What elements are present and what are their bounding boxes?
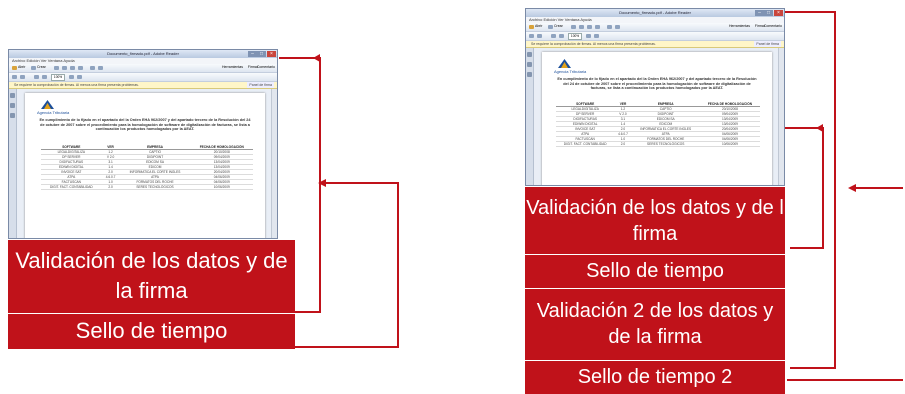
left-top-arrow-icon xyxy=(313,54,320,62)
right-inner-bracket-connector xyxy=(785,127,824,249)
right-outer-arrow-icon xyxy=(848,184,856,192)
left-connectors xyxy=(279,57,399,348)
left-bracket-connector xyxy=(279,57,321,313)
right-connectors xyxy=(785,11,903,381)
connector-arrowheads xyxy=(313,54,856,192)
connector-lines xyxy=(279,11,903,381)
right-outer-bracket-connector xyxy=(785,11,836,369)
left-validation-to-timestamp-connector xyxy=(295,182,399,348)
right-inner-arrow-icon xyxy=(816,124,823,132)
